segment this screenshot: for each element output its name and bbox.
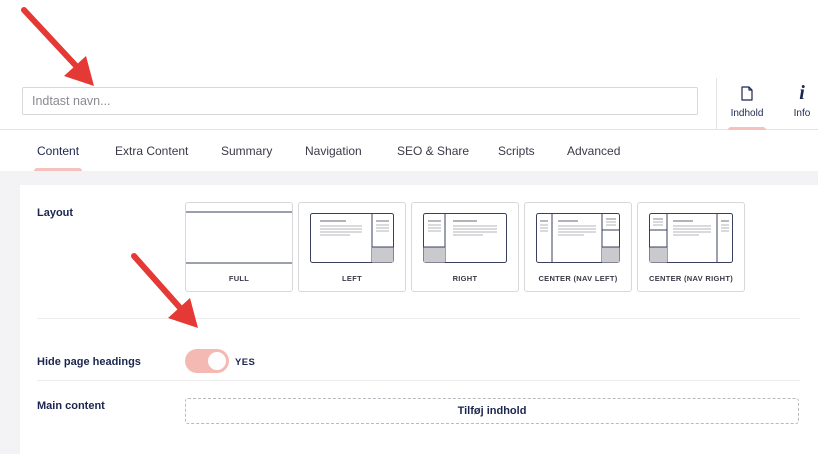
- app-active-indicator: [728, 127, 766, 130]
- layout-center-nav-left-icon: [536, 213, 620, 263]
- layout-option-label: RIGHT: [452, 274, 478, 283]
- hide-headings-toggle[interactable]: [185, 349, 229, 373]
- node-name-input[interactable]: [22, 87, 698, 115]
- tab-navigation[interactable]: Navigation: [305, 131, 362, 171]
- annotation-arrow-icon: [21, 7, 94, 86]
- layout-option-label: CENTER (NAV RIGHT): [648, 274, 733, 283]
- app-info-button[interactable]: i Info: [786, 82, 818, 130]
- app-info-label: Info: [793, 108, 811, 119]
- layout-option-label: CENTER (NAV LEFT): [538, 274, 618, 283]
- hide-headings-label: Hide page headings: [37, 356, 141, 368]
- tab-scripts[interactable]: Scripts: [498, 131, 535, 171]
- add-content-label: Tilføj indhold: [457, 405, 527, 417]
- document-icon: [741, 82, 753, 104]
- layout-left-icon: [310, 213, 394, 263]
- tab-seo-share[interactable]: SEO & Share: [397, 131, 469, 171]
- app-content-label: Indhold: [730, 108, 764, 119]
- hide-headings-value-label: YES: [235, 357, 256, 368]
- toggle-knob: [208, 352, 226, 370]
- tab-label: Scripts: [498, 144, 535, 158]
- layout-option-left[interactable]: LEFT: [298, 202, 406, 292]
- layout-center-nav-right-icon: [649, 213, 733, 263]
- layout-right-icon: [423, 213, 507, 263]
- info-icon: i: [799, 82, 805, 104]
- row-divider: [37, 380, 800, 381]
- tab-extra-content[interactable]: Extra Content: [115, 131, 188, 171]
- tab-content[interactable]: Content: [34, 131, 83, 171]
- add-content-button[interactable]: Tilføj indhold: [185, 398, 799, 424]
- tab-label: SEO & Share: [397, 144, 470, 158]
- layout-option-right[interactable]: RIGHT: [411, 202, 519, 292]
- tab-label: Advanced: [567, 144, 621, 158]
- app-content-button[interactable]: Indhold: [724, 82, 770, 130]
- annotation-arrow-icon: [131, 253, 198, 328]
- tab-summary[interactable]: Summary: [221, 131, 272, 171]
- tab-label: Content: [37, 144, 80, 158]
- header-divider: [716, 78, 717, 130]
- tab-label: Summary: [221, 144, 273, 158]
- editor-header: Indhold i Info: [0, 0, 818, 130]
- layout-label: Layout: [37, 207, 74, 219]
- layout-option-center-nav-left[interactable]: CENTER (NAV LEFT): [524, 202, 632, 292]
- tab-label: Navigation: [305, 144, 362, 158]
- tab-advanced[interactable]: Advanced: [567, 131, 620, 171]
- layout-option-label: LEFT: [342, 274, 362, 283]
- layout-option-center-nav-right[interactable]: CENTER (NAV RIGHT): [637, 202, 745, 292]
- content-tabs: Content Extra Content Summary Navigation…: [0, 131, 818, 171]
- main-content-label: Main content: [37, 400, 105, 412]
- editor-main: Layout FULL LEFT RIGHT CENTER (NAV LEFT)…: [0, 171, 818, 454]
- tab-label: Extra Content: [115, 144, 189, 158]
